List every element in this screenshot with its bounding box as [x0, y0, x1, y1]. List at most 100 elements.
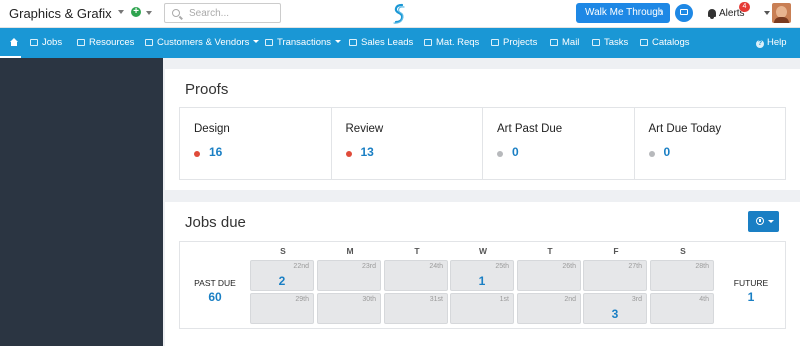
calendar-day-cell[interactable]: 4th	[650, 293, 714, 324]
nav-item-help[interactable]: ? Help	[756, 37, 787, 48]
nav-item-projects[interactable]: Projects	[491, 37, 537, 48]
calendar-job-count[interactable]: 2	[251, 274, 313, 288]
bell-icon[interactable]	[708, 9, 716, 19]
nav-item-resources[interactable]: Resources	[77, 37, 134, 48]
calendar-date: 25th	[495, 263, 509, 270]
status-dot-icon	[497, 151, 503, 157]
calendar-job-count[interactable]: 3	[584, 307, 646, 321]
tasks-icon	[592, 39, 600, 46]
jobs-due-panel: Jobs due PAST DUE 60 S M T W T F S 22nd	[165, 202, 800, 346]
status-dot-icon	[345, 151, 352, 157]
past-due-label: PAST DUE	[194, 278, 236, 288]
nav-item-mail[interactable]: Mail	[550, 37, 579, 48]
gears-icon	[30, 39, 38, 46]
add-new-icon[interactable]: +	[131, 7, 141, 17]
calendar-day-cell[interactable]: 22nd 2	[250, 260, 314, 291]
calendar-day-cell[interactable]: 3rd 3	[583, 293, 647, 324]
document-icon	[265, 39, 273, 46]
home-icon[interactable]	[3, 28, 24, 58]
calendar-date: 31st	[429, 296, 443, 303]
proof-card-design[interactable]: Design 16	[180, 108, 332, 179]
calendar-day-cell[interactable]: 28th	[650, 260, 714, 291]
status-dot-icon	[648, 151, 655, 157]
time-range-dropdown-button[interactable]	[748, 211, 779, 232]
briefcase-icon	[349, 39, 357, 46]
user-avatar[interactable]	[772, 3, 791, 23]
jobs-calendar: PAST DUE 60 S M T W T F S 22nd 2 23rd 24…	[179, 241, 786, 329]
past-due-count[interactable]: 60	[180, 290, 250, 304]
company-name[interactable]: Graphics & Grafix	[9, 6, 112, 21]
logo-icon	[393, 3, 405, 24]
add-new-caret-icon[interactable]	[146, 11, 152, 15]
status-dot-icon	[194, 151, 200, 157]
calendar-day-cell[interactable]: 27th	[583, 260, 647, 291]
nav-item-label: Customers & Vendors	[157, 37, 250, 48]
calendar-day-cell[interactable]: 29th	[250, 293, 314, 324]
proof-card-art-past-due[interactable]: Art Past Due 0	[483, 108, 635, 179]
weekday-label: F	[613, 246, 619, 256]
resources-icon	[77, 39, 85, 46]
user-menu-caret-icon[interactable]	[764, 11, 770, 15]
help-label: Help	[767, 37, 787, 48]
at-icon	[550, 39, 558, 46]
nav-item-label: Tasks	[604, 37, 629, 48]
building-icon	[145, 39, 153, 46]
dashboard-main: Proofs Design 16 Review 13 Art Past Due …	[163, 58, 800, 346]
future-summary[interactable]: FUTURE 1	[716, 242, 786, 328]
jobs-due-title: Jobs due	[185, 214, 246, 231]
help-icon: ?	[756, 40, 764, 48]
company-dropdown-caret-icon[interactable]	[118, 10, 124, 14]
calendar-day-cell[interactable]: 1st	[450, 293, 514, 324]
proof-card-count[interactable]: 0	[664, 145, 671, 159]
nav-item-sales-leads[interactable]: Sales Leads	[349, 37, 413, 48]
proof-card-count[interactable]: 16	[209, 145, 222, 159]
calendar-date: 30th	[362, 296, 376, 303]
app-logo[interactable]	[391, 2, 407, 31]
calendar-day-cell[interactable]: 26th	[517, 260, 581, 291]
calendar-date: 28th	[695, 263, 709, 270]
calendar-day-cell[interactable]: 2nd	[517, 293, 581, 324]
nav-item-catalogs[interactable]: Catalogs	[640, 37, 690, 48]
calendar-date: 2nd	[564, 296, 576, 303]
proof-card-count[interactable]: 0	[512, 145, 519, 159]
proof-card-art-due-today[interactable]: Art Due Today 0	[635, 108, 786, 179]
calendar-job-count[interactable]: 1	[451, 274, 513, 288]
calendar-weekday-header: S M T W T F S	[250, 244, 716, 258]
calendar-date: 3rd	[631, 296, 642, 303]
proof-card-count[interactable]: 13	[361, 145, 374, 159]
top-bar: Graphics & Grafix + Walk Me Through › Al…	[0, 0, 800, 28]
nav-item-tasks[interactable]: Tasks	[592, 37, 628, 48]
nav-item-mat-reqs[interactable]: Mat. Reqs	[424, 37, 479, 48]
search-box[interactable]	[164, 3, 281, 23]
past-due-summary[interactable]: PAST DUE 60	[180, 242, 250, 328]
weekday-label: T	[547, 246, 553, 256]
nav-item-transactions[interactable]: Transactions	[265, 37, 342, 48]
calendar-day-cell[interactable]: 25th 1	[450, 260, 514, 291]
calendar-day-cell[interactable]: 30th	[317, 293, 381, 324]
clock-icon	[756, 217, 764, 225]
nav-item-label: Projects	[503, 37, 538, 48]
chat-button[interactable]	[675, 4, 693, 22]
calendar-date: 22nd	[293, 263, 309, 270]
proof-card-label: Design	[194, 123, 230, 135]
calendar-day-cell[interactable]: 24th	[384, 260, 448, 291]
alerts-count-badge: 4	[739, 2, 750, 12]
nav-item-customers-vendors[interactable]: Customers & Vendors	[145, 37, 260, 48]
nav-item-label: Sales Leads	[361, 37, 414, 48]
calendar-date: 26th	[562, 263, 576, 270]
proof-card-review[interactable]: Review 13	[332, 108, 483, 179]
main-nav: Jobs Resources Customers & Vendors Trans…	[0, 28, 800, 58]
future-label: FUTURE	[733, 278, 769, 288]
list-icon	[424, 39, 432, 46]
nav-item-jobs[interactable]: Jobs	[30, 37, 62, 48]
nav-item-label: Mail	[562, 37, 580, 48]
calendar-date: 24th	[429, 263, 443, 270]
sidebar	[0, 58, 163, 346]
search-input[interactable]	[189, 6, 277, 20]
calendar-day-cell[interactable]: 23rd	[317, 260, 381, 291]
nav-item-label: Catalogs	[652, 37, 690, 48]
proofs-title: Proofs	[185, 81, 229, 98]
future-count[interactable]: 1	[716, 290, 786, 304]
calendar-day-cell[interactable]: 31st	[384, 293, 448, 324]
walk-me-through-button[interactable]: Walk Me Through ›	[576, 3, 670, 23]
